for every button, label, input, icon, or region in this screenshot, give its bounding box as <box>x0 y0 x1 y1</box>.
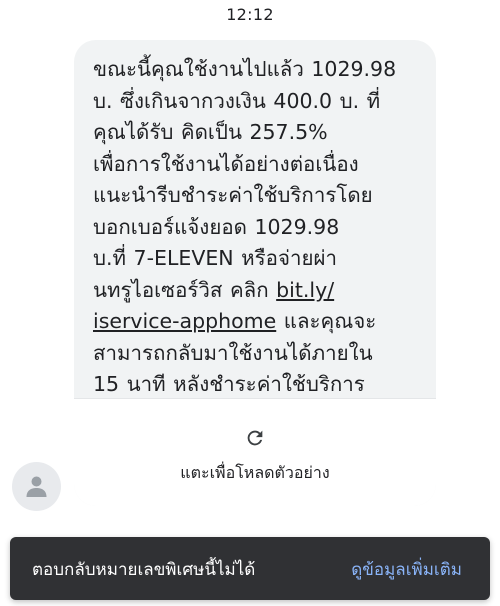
message-line: 15 นาที หลังชำระค่าใช้บริการ <box>93 372 365 396</box>
message-line: บ. ซึ่งเกินจากวงเงิน 400.0 บ. ที่ <box>93 88 381 113</box>
message-line: แนะนำรีบชำระค่าใช้บริการโดย <box>93 183 373 207</box>
message-line-text: และคุณจะ <box>276 309 377 333</box>
message-line: สามารถกลับมาใช้งานได้ภายใน <box>93 340 373 365</box>
link-preview[interactable]: แตะเพื่อโหลดตัวอย่าง <box>74 398 436 506</box>
message-link[interactable]: bit.ly/ <box>276 278 334 302</box>
message-text: ขณะนี้คุณใช้งานไปแล้ว 1029.98 บ. ซึ่งเกิ… <box>74 40 436 398</box>
message-line: iservice-apphome และคุณจะ <box>93 306 436 338</box>
message-line: นทรูไอเซอร์วิส คลิก bit.ly/ <box>93 275 436 307</box>
message-line: คุณได้รับ คิดเป็น 257.5% <box>93 120 328 144</box>
message-link-continued[interactable]: iservice-apphome <box>93 309 276 333</box>
snackbar: ตอบกลับหมายเลขพิเศษนี้ไม่ได้ ดูข้อมูลเพิ… <box>10 537 490 600</box>
status-time: 12:12 <box>226 5 274 24</box>
message-line: เพื่อการใช้งานได้อย่างต่อเนื่อง <box>93 151 359 176</box>
message-line: บ.ที่ 7-ELEVEN หรือจ่ายผ่า <box>93 246 338 270</box>
message-bubble[interactable]: ขณะนี้คุณใช้งานไปแล้ว 1029.98 บ. ซึ่งเกิ… <box>74 40 436 506</box>
preview-label[interactable]: แตะเพื่อโหลดตัวอย่าง <box>74 461 436 486</box>
message-line: บอกเบอร์แจ้งยอด 1029.98 <box>93 214 340 239</box>
learn-more-button[interactable]: ดูข้อมูลเพิ่มเติม <box>351 556 462 583</box>
message-line: ขณะนี้คุณใช้งานไปแล้ว 1029.98 <box>93 57 397 81</box>
snackbar-message: ตอบกลับหมายเลขพิเศษนี้ไม่ได้ <box>32 560 256 580</box>
person-icon <box>26 476 47 497</box>
sender-avatar[interactable] <box>12 462 61 511</box>
message-line-text: นทรูไอเซอร์วิส คลิก <box>93 277 277 302</box>
reload-icon[interactable] <box>244 427 266 449</box>
